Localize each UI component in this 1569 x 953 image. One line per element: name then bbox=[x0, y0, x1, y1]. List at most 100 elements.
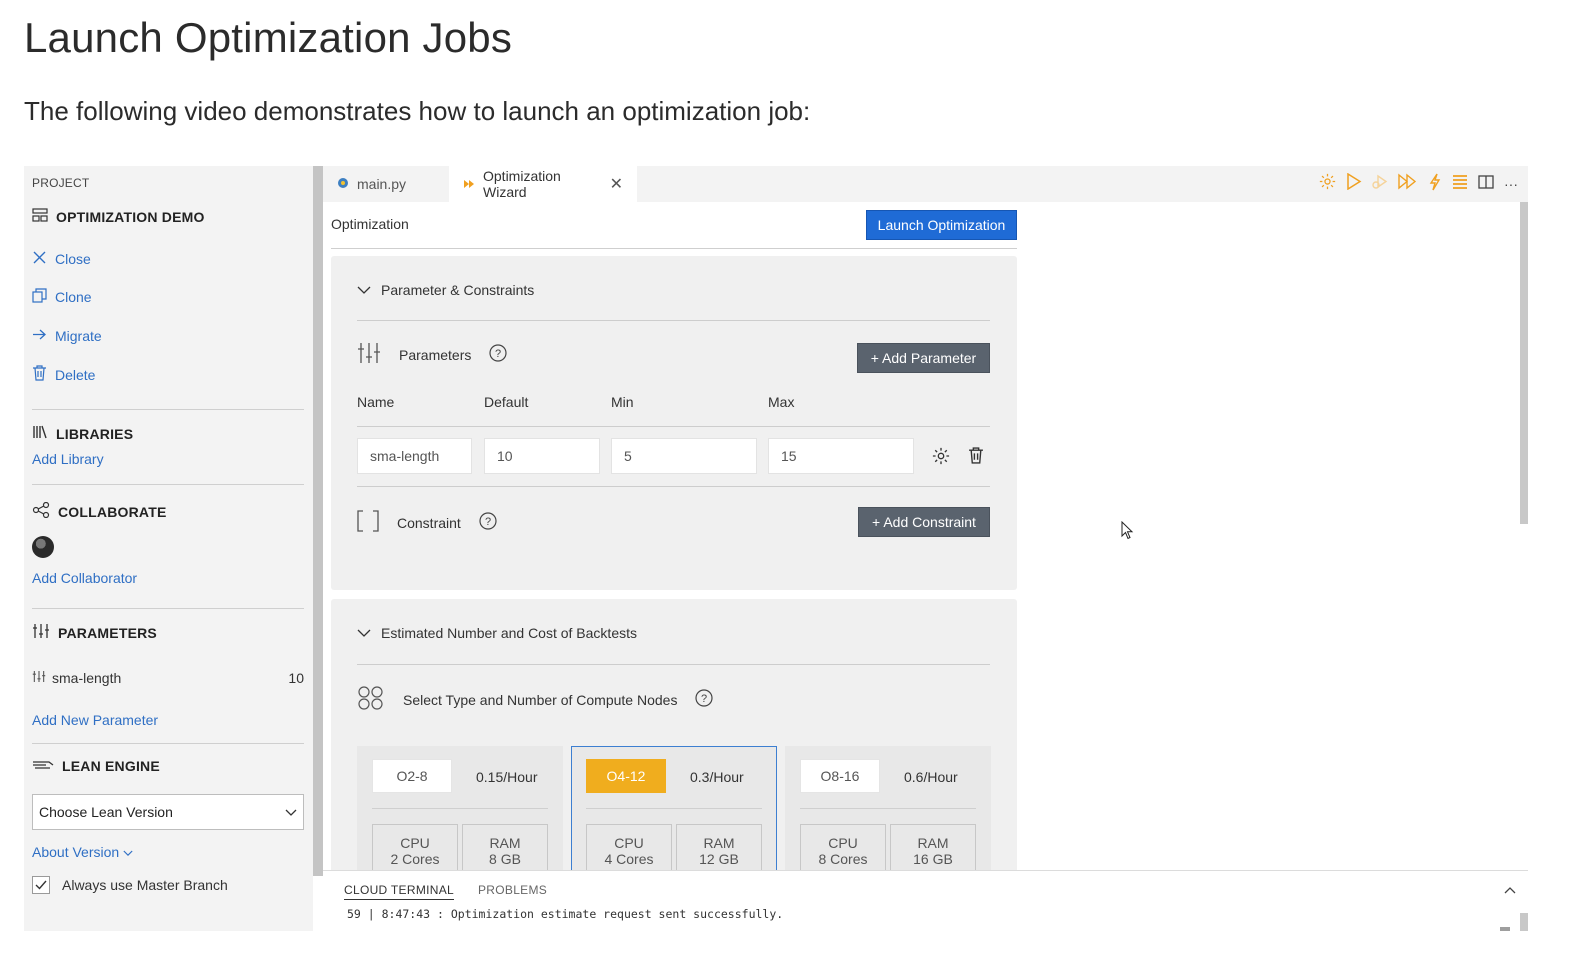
constraint-row-title: Constraint ? bbox=[357, 510, 497, 535]
chevron-down-icon bbox=[285, 804, 297, 820]
ram-value: 16 GB bbox=[913, 851, 953, 867]
tab-main-py[interactable]: main.py bbox=[323, 166, 449, 202]
estimated-cost-header[interactable]: Estimated Number and Cost of Backtests bbox=[357, 625, 637, 641]
add-constraint-button[interactable]: + Add Constraint bbox=[858, 507, 990, 537]
help-icon[interactable]: ? bbox=[695, 689, 714, 710]
section-title: Estimated Number and Cost of Backtests bbox=[381, 625, 637, 641]
libraries-title: LIBRARIES bbox=[56, 425, 134, 442]
tab-problems[interactable]: PROBLEMS bbox=[478, 883, 547, 900]
terminal-output-line: 59 | 8:47:43 : Optimization estimate req… bbox=[347, 907, 784, 921]
master-branch-checkbox[interactable] bbox=[32, 876, 50, 894]
sidebar-scrollbar[interactable] bbox=[313, 166, 323, 876]
trash-icon[interactable] bbox=[968, 446, 984, 470]
estimated-cost-panel: Estimated Number and Cost of Backtests S… bbox=[331, 599, 1017, 889]
cpu-label: CPU bbox=[400, 835, 430, 851]
avatar[interactable] bbox=[32, 536, 54, 558]
sidebar-parameter-item[interactable]: sma-length 10 bbox=[32, 670, 304, 686]
project-icon bbox=[32, 208, 48, 225]
parameters-constraints-panel: Parameter & Constraints Parameters ? + A… bbox=[331, 256, 1017, 590]
lean-engine-title: LEAN ENGINE bbox=[62, 758, 160, 774]
add-collaborator-label: Add Collaborator bbox=[32, 570, 138, 586]
cpu-label: CPU bbox=[828, 835, 858, 851]
chevron-up-icon[interactable] bbox=[1504, 881, 1516, 899]
sliders-icon bbox=[32, 670, 46, 686]
close-project-link[interactable]: Close bbox=[32, 250, 91, 268]
add-new-parameter-link[interactable]: Add New Parameter bbox=[32, 712, 158, 728]
node-card-o8-16[interactable]: O8-16 0.6/Hour CPU 8 Cores RAM 16 GB bbox=[785, 746, 991, 884]
ram-label: RAM bbox=[489, 835, 521, 851]
cpu-value: 2 Cores bbox=[390, 851, 440, 867]
optimization-icon bbox=[463, 176, 475, 192]
libraries-icon bbox=[32, 425, 48, 442]
clone-project-link[interactable]: Clone bbox=[32, 288, 92, 306]
svg-text:?: ? bbox=[701, 693, 707, 705]
divider bbox=[800, 808, 976, 809]
about-version-link[interactable]: About Version bbox=[32, 844, 133, 860]
parameter-default-input[interactable]: 10 bbox=[484, 438, 600, 474]
sidebar: PROJECT OPTIMIZATION DEMO Close Clone Mi… bbox=[24, 166, 313, 931]
lean-version-select[interactable]: Choose Lean Version bbox=[32, 794, 304, 830]
clone-label: Clone bbox=[55, 289, 92, 305]
lean-version-value: Choose Lean Version bbox=[39, 804, 173, 820]
optimization-wizard: Optimization Launch Optimization Paramet… bbox=[323, 202, 1528, 889]
help-icon[interactable]: ? bbox=[489, 344, 507, 365]
node-card-o4-12[interactable]: O4-12 0.3/Hour CPU 4 Cores RAM 12 GB bbox=[571, 746, 777, 884]
add-collaborator-link[interactable]: Add Collaborator bbox=[32, 570, 137, 586]
parameters-constraints-header[interactable]: Parameter & Constraints bbox=[357, 282, 534, 298]
chevron-down-icon bbox=[123, 844, 133, 860]
run-all-icon[interactable] bbox=[1398, 173, 1418, 195]
editor-tab-bar: main.py Optimization Wizard ✕ ··· bbox=[323, 166, 1528, 202]
parameter-max-input[interactable]: 15 bbox=[768, 438, 914, 474]
debug-icon[interactable] bbox=[1372, 173, 1388, 195]
play-icon[interactable] bbox=[1346, 172, 1362, 195]
tab-label: Optimization Wizard bbox=[483, 168, 561, 200]
compute-nodes-row-title: Select Type and Number of Compute Nodes … bbox=[357, 685, 714, 714]
master-branch-label: Always use Master Branch bbox=[62, 877, 228, 893]
project-name-header: OPTIMIZATION DEMO bbox=[32, 208, 205, 225]
divider bbox=[32, 484, 304, 485]
add-parameter-button[interactable]: + Add Parameter bbox=[857, 343, 990, 373]
close-icon bbox=[32, 250, 47, 268]
svg-text:?: ? bbox=[485, 516, 491, 528]
parameter-name-input[interactable]: sma-length bbox=[357, 438, 472, 474]
node-price: 0.6/Hour bbox=[904, 769, 958, 785]
collaborate-header: COLLABORATE bbox=[32, 501, 167, 521]
divider bbox=[357, 426, 990, 427]
close-tab-icon[interactable]: ✕ bbox=[610, 174, 623, 194]
gear-icon[interactable] bbox=[1319, 173, 1336, 195]
ram-label: RAM bbox=[703, 835, 735, 851]
list-icon[interactable] bbox=[1452, 174, 1468, 195]
node-card-o2-8[interactable]: O2-8 0.15/Hour CPU 2 Cores RAM 8 GB bbox=[357, 746, 563, 884]
chevron-down-icon bbox=[357, 282, 371, 298]
intro-text: The following video demonstrates how to … bbox=[24, 96, 811, 126]
terminal-scrollbar[interactable] bbox=[1520, 913, 1528, 931]
migrate-project-link[interactable]: Migrate bbox=[32, 327, 102, 345]
tab-optimization-wizard[interactable]: Optimization Wizard ✕ bbox=[449, 166, 637, 202]
lean-engine-header: LEAN ENGINE bbox=[32, 758, 160, 774]
terminal-tabs: CLOUD TERMINAL PROBLEMS bbox=[344, 883, 547, 900]
checkmark-icon bbox=[35, 880, 47, 890]
parameter-min-input[interactable]: 5 bbox=[611, 438, 757, 474]
tab-cloud-terminal[interactable]: CLOUD TERMINAL bbox=[344, 883, 454, 900]
lightning-icon[interactable] bbox=[1428, 173, 1442, 196]
split-editor-icon[interactable] bbox=[1478, 174, 1494, 195]
collaborate-title: COLLABORATE bbox=[58, 503, 167, 520]
gear-icon[interactable] bbox=[932, 447, 950, 470]
delete-project-link[interactable]: Delete bbox=[32, 365, 95, 384]
editor-scrollbar[interactable] bbox=[1520, 202, 1528, 524]
launch-optimization-button[interactable]: Launch Optimization bbox=[866, 210, 1017, 240]
more-icon[interactable]: ··· bbox=[1504, 176, 1518, 192]
node-price: 0.3/Hour bbox=[690, 769, 744, 785]
add-library-link[interactable]: Add Library bbox=[32, 451, 104, 467]
parameters-header: PARAMETERS bbox=[32, 623, 157, 642]
trash-icon bbox=[32, 365, 47, 384]
ram-label: RAM bbox=[917, 835, 949, 851]
resize-handle[interactable] bbox=[1500, 927, 1510, 931]
python-icon bbox=[337, 176, 349, 192]
column-header-name: Name bbox=[357, 394, 395, 410]
master-branch-option[interactable]: Always use Master Branch bbox=[32, 876, 228, 894]
help-icon[interactable]: ? bbox=[479, 512, 497, 533]
migrate-label: Migrate bbox=[55, 328, 102, 344]
parameters-label: Parameters bbox=[399, 346, 472, 363]
editor-toolbar: ··· bbox=[1319, 166, 1518, 202]
